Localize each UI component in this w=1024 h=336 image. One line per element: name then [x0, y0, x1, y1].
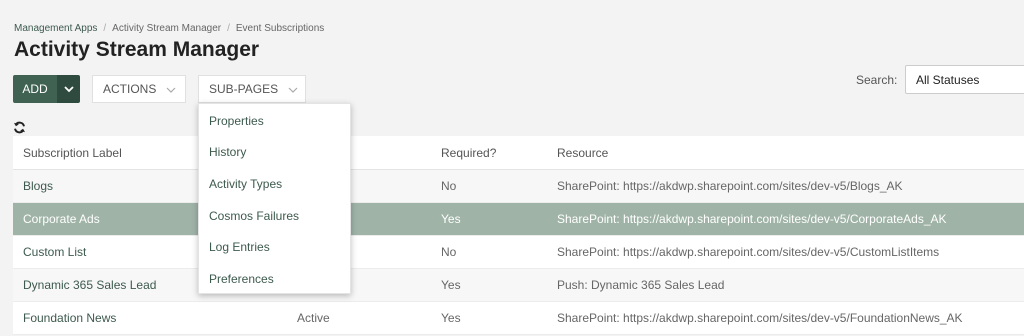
table-row[interactable]: Corporate Ads Yes SharePoint: https://ak… [13, 203, 1024, 236]
status-cell: Active [297, 311, 330, 325]
breadcrumb-item-event-subscriptions: Event Subscriptions [235, 23, 325, 34]
add-button[interactable]: ADD [13, 75, 80, 103]
column-header-resource[interactable]: Resource [557, 146, 608, 160]
resource-cell: SharePoint: https://akdwp.sharepoint.com… [557, 179, 903, 193]
add-button-label[interactable]: ADD [13, 75, 57, 103]
subpages-label: SUB-PAGES [209, 82, 279, 96]
column-header-required[interactable]: Required? [441, 146, 496, 160]
required-cell: Yes [441, 278, 461, 292]
column-header-label[interactable]: Subscription Label [23, 146, 122, 160]
breadcrumb-item-activity-stream-manager[interactable]: Activity Stream Manager [112, 23, 221, 34]
required-cell: Yes [441, 212, 461, 226]
required-cell: No [441, 245, 457, 259]
subscription-label[interactable]: Dynamic 365 Sales Lead [23, 278, 156, 292]
actions-dropdown[interactable]: ACTIONS [92, 75, 186, 103]
subscription-label[interactable]: Corporate Ads [23, 212, 100, 226]
subpages-menu: Properties History Activity Types Cosmos… [198, 103, 351, 294]
table-row[interactable]: Blogs No SharePoint: https://akdwp.share… [13, 170, 1024, 203]
menu-item-history[interactable]: History [199, 137, 350, 169]
page-title: Activity Stream Manager [14, 38, 260, 61]
refresh-icon[interactable] [13, 121, 26, 134]
subpages-dropdown[interactable]: SUB-PAGES [198, 75, 306, 103]
breadcrumb-separator: / [227, 23, 230, 34]
resource-cell: SharePoint: https://akdwp.sharepoint.com… [557, 212, 947, 226]
menu-item-properties[interactable]: Properties [199, 105, 350, 137]
menu-item-preferences[interactable]: Preferences [199, 263, 350, 295]
subscription-label[interactable]: Custom List [23, 245, 86, 259]
breadcrumb: Management Apps / Activity Stream Manage… [14, 23, 324, 34]
status-filter-value: All Statuses [916, 72, 980, 87]
resource-cell: SharePoint: https://akdwp.sharepoint.com… [557, 311, 963, 325]
chevron-down-icon[interactable] [57, 75, 80, 103]
table-row[interactable]: Foundation News Active Yes SharePoint: h… [13, 302, 1024, 335]
table-header: Subscription Label Required? Resource [13, 136, 1024, 170]
table-row[interactable]: Dynamic 365 Sales Lead Yes Push: Dynamic… [13, 269, 1024, 302]
search-label: Search: [856, 73, 898, 87]
subscription-label[interactable]: Blogs [23, 179, 53, 193]
resource-cell: Push: Dynamic 365 Sales Lead [557, 278, 725, 292]
subscriptions-table: Subscription Label Required? Resource Bl… [13, 136, 1024, 335]
breadcrumb-separator: / [103, 23, 107, 34]
resource-cell: SharePoint: https://akdwp.sharepoint.com… [557, 245, 940, 259]
menu-item-log-entries[interactable]: Log Entries [199, 231, 350, 263]
menu-item-activity-types[interactable]: Activity Types [199, 168, 350, 200]
actions-label: ACTIONS [103, 82, 157, 96]
required-cell: No [441, 179, 457, 193]
subscription-label[interactable]: Foundation News [23, 311, 116, 325]
menu-item-cosmos-failures[interactable]: Cosmos Failures [199, 200, 350, 232]
breadcrumb-item-management-apps[interactable]: Management Apps [14, 23, 97, 34]
required-cell: Yes [441, 311, 461, 325]
status-filter-select[interactable]: All Statuses [905, 65, 1024, 94]
chevron-down-icon [288, 82, 298, 96]
table-row[interactable]: Custom List No SharePoint: https://akdwp… [13, 236, 1024, 269]
chevron-down-icon [166, 82, 176, 96]
